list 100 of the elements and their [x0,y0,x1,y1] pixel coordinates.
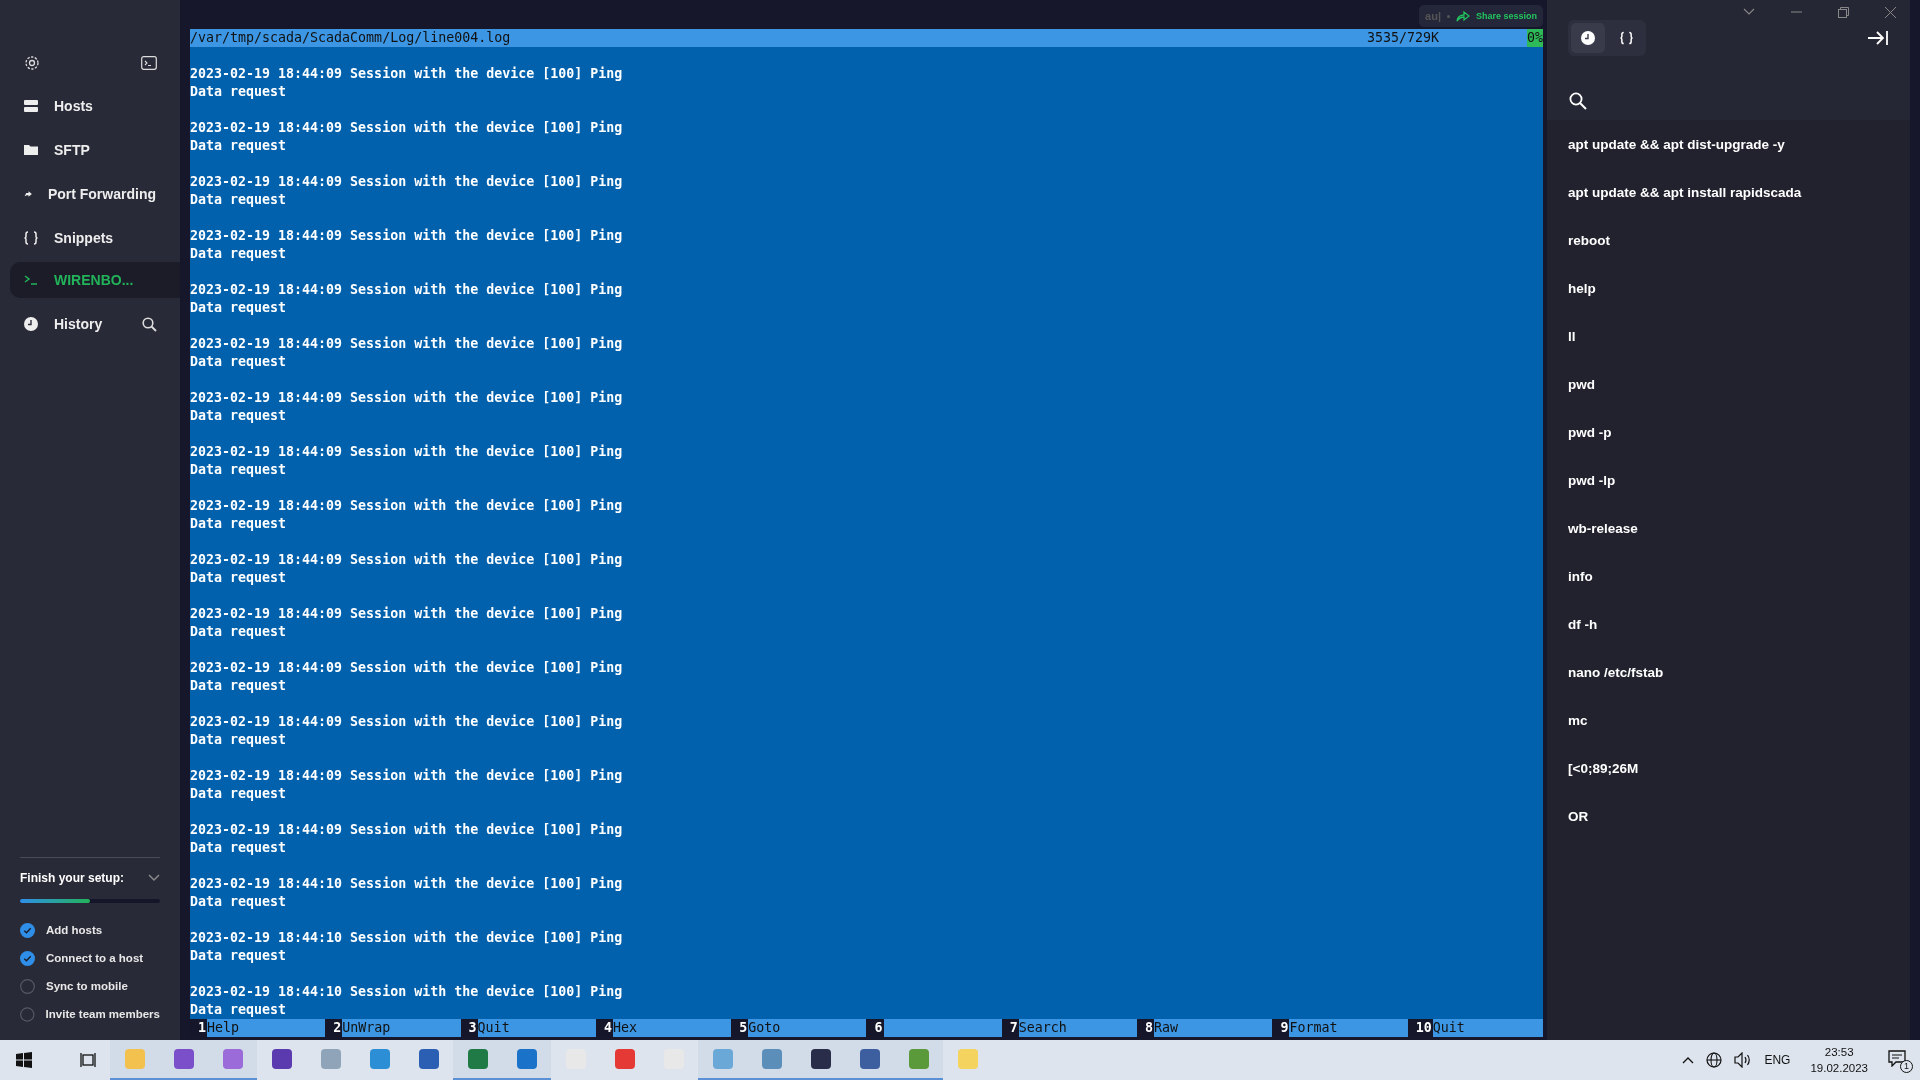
terminal[interactable] [190,29,1543,1037]
close-icon[interactable] [1885,6,1896,18]
clock-icon [24,317,38,331]
history-command[interactable]: wb-release [1568,505,1910,553]
key-number: 10 [1407,1019,1433,1037]
key-number: 8 [1137,1019,1155,1037]
log-line: Data request [190,947,288,965]
setup-title: Finish your setup: [20,871,124,885]
percent-indicator: 0% [1527,29,1543,47]
clock[interactable]: 23:53 19.02.2023 [1810,1044,1868,1076]
restore-icon[interactable] [1838,6,1849,18]
settings-icon[interactable] [24,55,40,71]
panel-tab[interactable] [1571,23,1605,53]
log-line: 2023-02-19 18:44:09 Session with the device [100] Ping [190,767,624,785]
collapse-panel-icon[interactable] [1868,31,1888,45]
folder-icon [24,144,38,156]
function-key[interactable]: Quit [477,1019,596,1037]
log-line: 2023-02-19 18:44:09 Session with the device [100] Ping [190,713,624,731]
globe-icon[interactable] [1706,1052,1723,1068]
log-line: Data request [190,191,288,209]
key-number: 9 [1272,1019,1290,1037]
log-line: Data request [190,245,288,263]
function-key[interactable]: Goto [748,1019,867,1037]
nav-item[interactable]: History [10,302,180,346]
log-line: Data request [190,461,288,479]
log-line: 2023-02-19 18:44:09 Session with the device [100] Ping [190,335,624,353]
key-number: 2 [325,1019,343,1037]
log-line: Data request [190,893,288,911]
braces-icon [24,231,38,245]
speaker-icon[interactable] [1734,1052,1753,1068]
chevron-icon[interactable] [148,874,160,882]
log-line: 2023-02-19 18:44:09 Session with the device [100] Ping [190,821,624,839]
log-line: 2023-02-19 18:44:10 Session with the device [100] Ping [190,983,624,1001]
log-line: Data request [190,785,288,803]
log-line: 2023-02-19 18:44:09 Session with the device [100] Ping [190,497,624,515]
nav-item[interactable]: WIRENBO... [10,262,180,298]
language-indicator[interactable]: ENG [1764,1053,1791,1067]
checked-circle-icon[interactable] [20,950,35,966]
history-command[interactable]: OR [1568,793,1910,841]
log-line: Data request [190,353,288,371]
windows-logo-icon[interactable] [16,1052,32,1068]
history-command[interactable]: pwd -lp [1568,457,1910,505]
log-line: 2023-02-19 18:44:09 Session with the device [100] Ping [190,551,624,569]
history-command[interactable]: apt update && apt dist-upgrade -y [1568,121,1910,169]
log-line: 2023-02-19 18:44:10 Session with the device [100] Ping [190,929,624,947]
notification-count: 1 [1900,1060,1913,1073]
checked-circle-icon[interactable] [20,922,35,938]
share-icon [1455,10,1470,22]
history-command[interactable]: pwd [1568,361,1910,409]
braces-icon [1619,31,1633,45]
chevron-icon[interactable] [1743,8,1755,16]
key-number: 6 [866,1019,884,1037]
history-command[interactable]: reboot [1568,217,1910,265]
log-line: Data request [190,299,288,317]
search-icon[interactable] [1569,92,1587,110]
log-line: 2023-02-19 18:44:09 Session with the device [100] Ping [190,281,624,299]
function-key[interactable]: Raw [1154,1019,1273,1037]
server-icon [24,99,38,113]
log-line: Data request [190,677,288,695]
log-line: Data request [190,515,288,533]
log-line: Data request [190,569,288,587]
log-line: Data request [190,137,288,155]
log-line: 2023-02-19 18:44:09 Session with the device [100] Ping [190,443,624,461]
file-position: 3535/729K [1367,29,1441,47]
nav-item[interactable]: Hosts [10,84,180,128]
history-command[interactable]: mc [1568,697,1910,745]
function-key[interactable]: UnWrap [342,1019,461,1037]
history-command[interactable]: [<0;89;26M [1568,745,1910,793]
history-command[interactable]: apt update && apt install rapidscada [1568,169,1910,217]
history-command[interactable]: df -h [1568,601,1910,649]
history-command[interactable]: pwd -p [1568,409,1910,457]
history-command[interactable]: nano /etc/fstab [1568,649,1910,697]
nav-item[interactable]: Port Forwarding [10,172,180,216]
function-key[interactable]: Quit [1432,1019,1543,1037]
function-key[interactable]: Help [207,1019,326,1037]
caret-up-icon[interactable] [1682,1056,1695,1064]
log-line: Data request [190,731,288,749]
history-command[interactable]: info [1568,553,1910,601]
log-line: Data request [190,407,288,425]
nav-item[interactable]: SFTP [10,128,180,172]
key-number: 1 [190,1019,207,1037]
function-key[interactable]: Hex [612,1019,732,1037]
terminal-icon[interactable] [141,56,157,70]
log-line: 2023-02-19 18:44:09 Session with the device [100] Ping [190,605,624,623]
log-line: 2023-02-19 18:44:09 Session with the device [100] Ping [190,65,624,83]
history-command[interactable]: ll [1568,313,1910,361]
log-line: 2023-02-19 18:44:09 Session with the device [100] Ping [190,659,624,677]
history-command[interactable]: help [1568,265,1910,313]
function-key[interactable]: Format [1289,1019,1408,1037]
file-path: /var/tmp/scada/ScadaComm/Log/line004.log [190,29,512,47]
function-key[interactable]: Search [1018,1019,1138,1037]
prompt-icon [24,275,38,285]
log-line: Data request [190,623,288,641]
search-icon[interactable] [142,316,157,332]
nav-item[interactable]: Snippets [10,216,180,260]
log-line: Data request [190,839,288,857]
task-view-icon[interactable] [80,1052,96,1068]
key-number: 5 [731,1019,749,1037]
log-line: Data request [190,83,288,101]
notification-icon[interactable] [1888,1050,1906,1067]
